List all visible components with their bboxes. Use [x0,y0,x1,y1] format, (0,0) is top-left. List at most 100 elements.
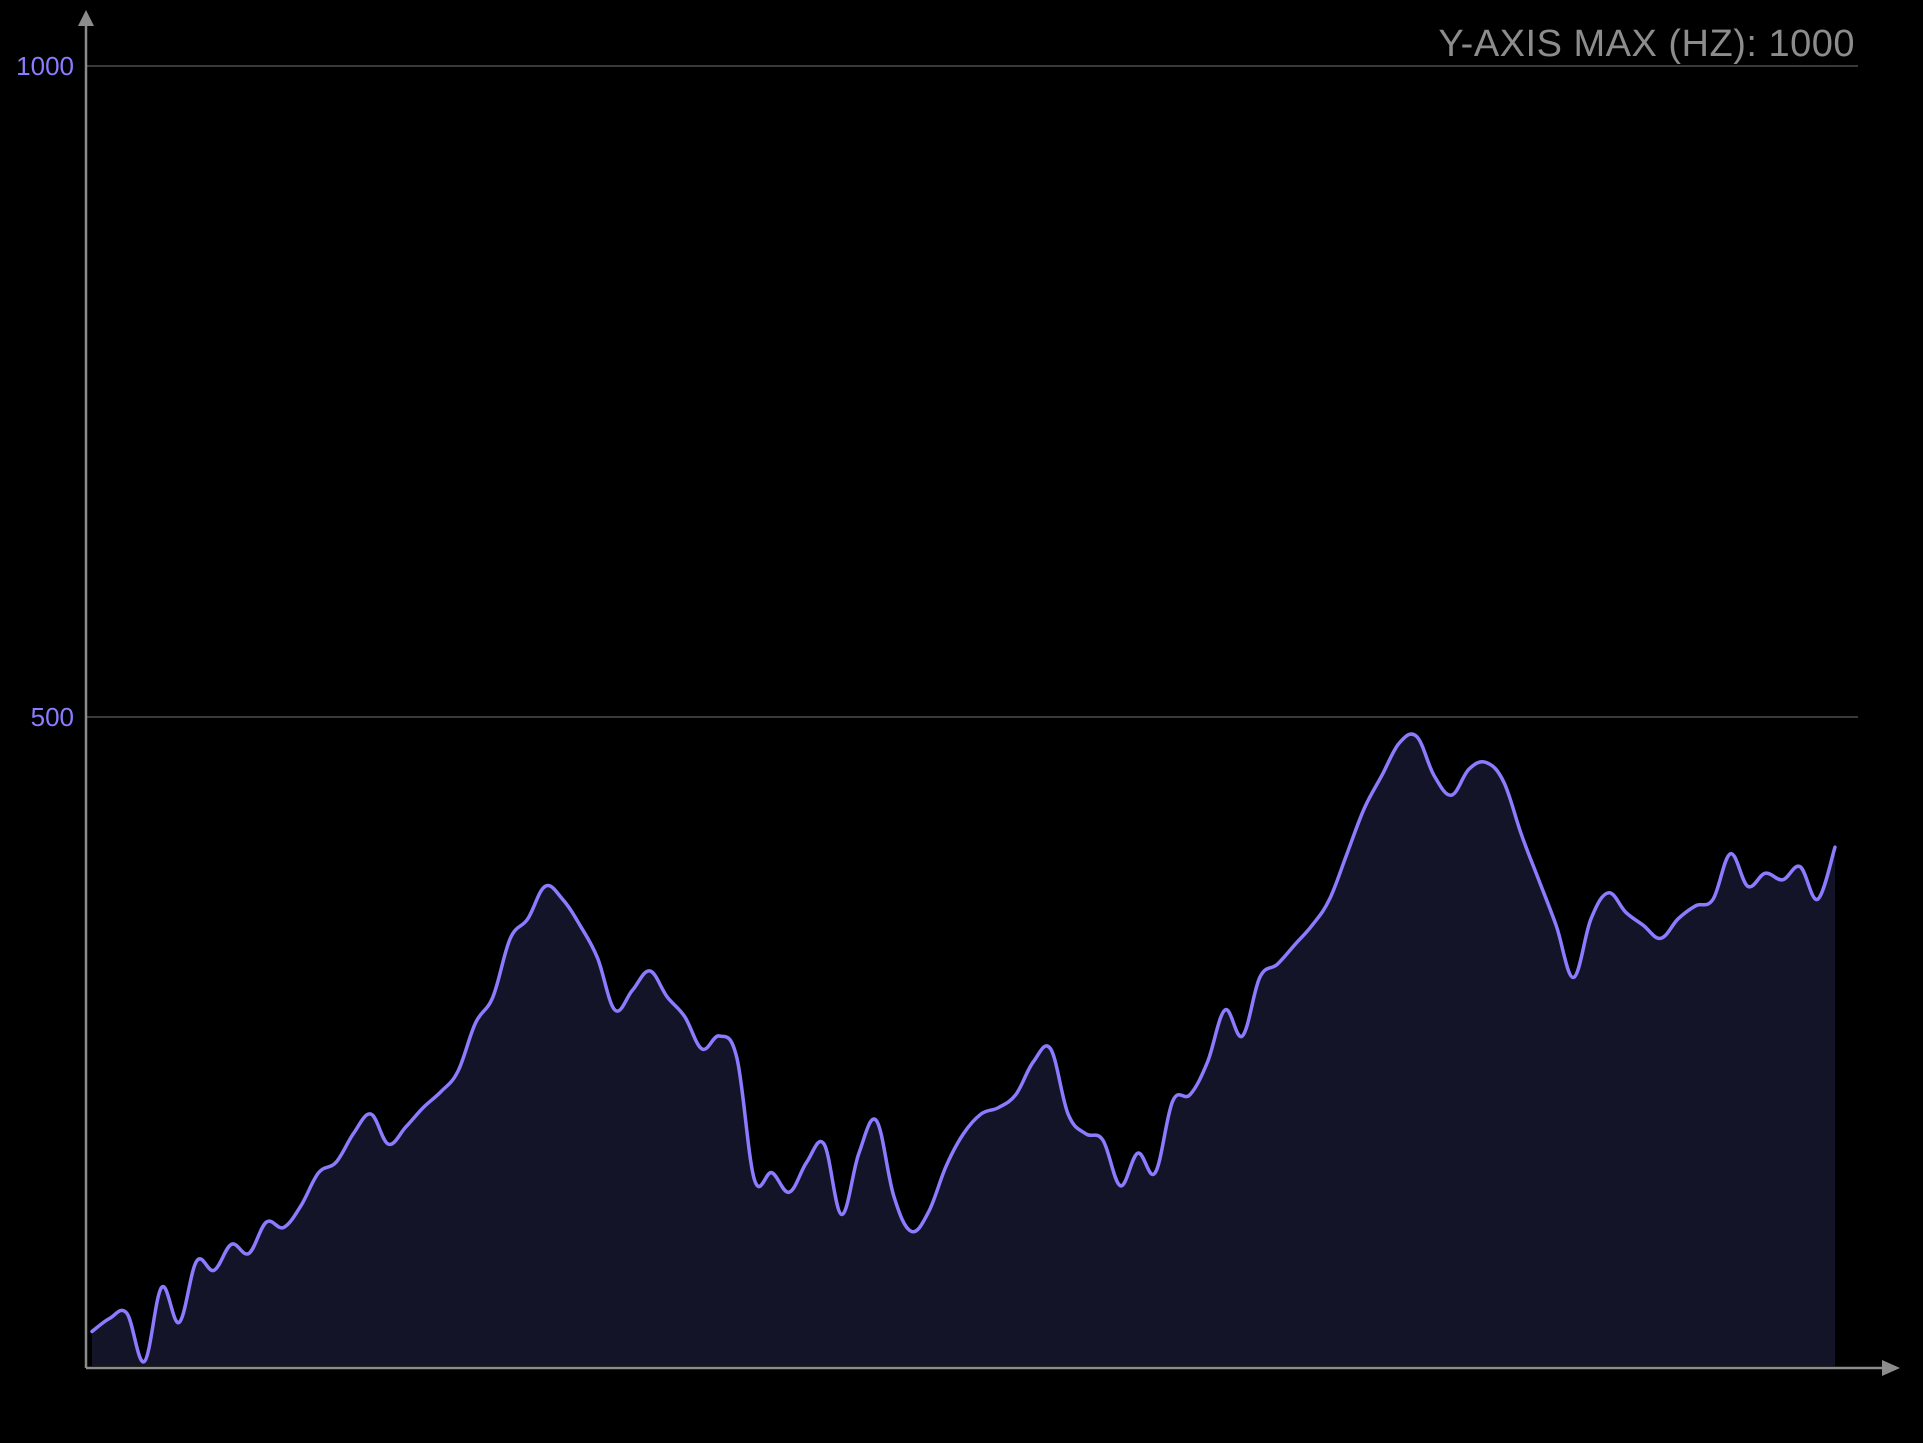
data-point-65 [1224,1009,1226,1011]
data-point-14 [335,1161,337,1163]
data-point-95 [1747,885,1749,887]
y-tick-labels: 500 1000 [16,51,74,732]
data-point-80 [1485,761,1487,763]
data-point-46 [893,1195,895,1197]
data-point-41 [805,1161,807,1163]
data-point-44 [858,1152,860,1154]
data-point-29 [596,957,598,959]
data-point-5 [178,1321,180,1323]
chart: 500 1000 Y-AXIS MAX (HZ): 1000 [0,0,1923,1443]
data-point-50 [962,1132,964,1134]
data-point-7 [213,1269,215,1271]
data-point-67 [1259,976,1261,978]
data-point-51 [980,1113,982,1115]
data-point-18 [405,1126,407,1128]
data-point-21 [457,1070,459,1072]
data-point-49 [945,1165,947,1167]
data-point-22 [474,1022,476,1024]
data-point-74 [1381,774,1383,776]
data-point-13 [317,1172,319,1174]
data-point-34 [683,1015,685,1017]
data-point-72 [1346,853,1348,855]
data-point-20 [439,1091,441,1093]
data-point-25 [527,918,529,920]
data-point-27 [561,898,563,900]
data-point-57 [1084,1132,1086,1134]
data-point-26 [544,885,546,887]
data-point-0 [91,1330,93,1332]
data-point-28 [579,924,581,926]
line-chart: 500 1000 Y-AXIS MAX (HZ): 1000 [16,10,1900,1376]
data-point-79 [1468,768,1470,770]
y-axis-arrow [78,10,94,26]
data-point-61 [1154,1172,1156,1174]
y-tick-label-500: 500 [31,702,74,732]
x-axis-arrow [1882,1360,1900,1376]
data-point-63 [1189,1093,1191,1095]
y-axis-max-label: Y-AXIS MAX (HZ): 1000 [1438,23,1855,65]
data-point-73 [1363,807,1365,809]
data-point-66 [1241,1035,1243,1037]
data-point-30 [614,1009,616,1011]
data-point-98 [1799,866,1801,868]
data-point-9 [248,1252,250,1254]
data-point-93 [1712,898,1714,900]
data-point-89 [1642,924,1644,926]
data-point-12 [300,1204,302,1206]
data-point-71 [1328,898,1330,900]
data-point-10 [265,1221,267,1223]
data-point-83 [1538,879,1540,881]
data-point-85 [1572,976,1574,978]
data-point-99 [1816,898,1818,900]
data-point-53 [1015,1093,1017,1095]
data-point-86 [1590,918,1592,920]
data-point-17 [387,1143,389,1145]
series-area [92,734,1835,1366]
data-point-60 [1137,1152,1139,1154]
data-point-77 [1433,774,1435,776]
data-point-62 [1172,1100,1174,1102]
data-point-45 [875,1119,877,1121]
data-point-81 [1503,781,1505,783]
data-point-2 [126,1312,128,1314]
data-point-69 [1294,944,1296,946]
data-point-54 [1032,1061,1034,1063]
data-point-35 [701,1048,703,1050]
data-point-3 [143,1360,145,1362]
data-point-43 [840,1213,842,1215]
data-point-36 [718,1035,720,1037]
data-point-31 [631,989,633,991]
data-point-88 [1625,911,1627,913]
data-point-55 [1050,1048,1052,1050]
data-point-32 [649,970,651,972]
data-point-23 [492,996,494,998]
grid [86,65,1858,718]
data-point-68 [1276,963,1278,965]
data-point-100 [1834,846,1836,848]
data-point-38 [753,1178,755,1180]
data-point-96 [1764,872,1766,874]
data-point-16 [370,1113,372,1115]
data-point-76 [1416,735,1418,737]
data-point-1 [108,1317,110,1319]
data-point-78 [1450,794,1452,796]
data-point-97 [1782,879,1784,881]
data-point-87 [1607,892,1609,894]
data-point-82 [1520,833,1522,835]
data-point-56 [1067,1113,1069,1115]
data-point-47 [910,1230,912,1232]
data-point-40 [788,1191,790,1193]
data-point-94 [1729,853,1731,855]
data-point-8 [230,1243,232,1245]
data-point-24 [509,937,511,939]
data-point-48 [927,1211,929,1213]
data-point-15 [352,1132,354,1134]
data-point-75 [1398,742,1400,744]
data-point-58 [1102,1139,1104,1141]
data-point-84 [1555,924,1557,926]
data-point-37 [736,1057,738,1059]
data-point-33 [666,996,668,998]
data-point-42 [823,1143,825,1145]
data-point-39 [771,1172,773,1174]
data-point-11 [283,1226,285,1228]
